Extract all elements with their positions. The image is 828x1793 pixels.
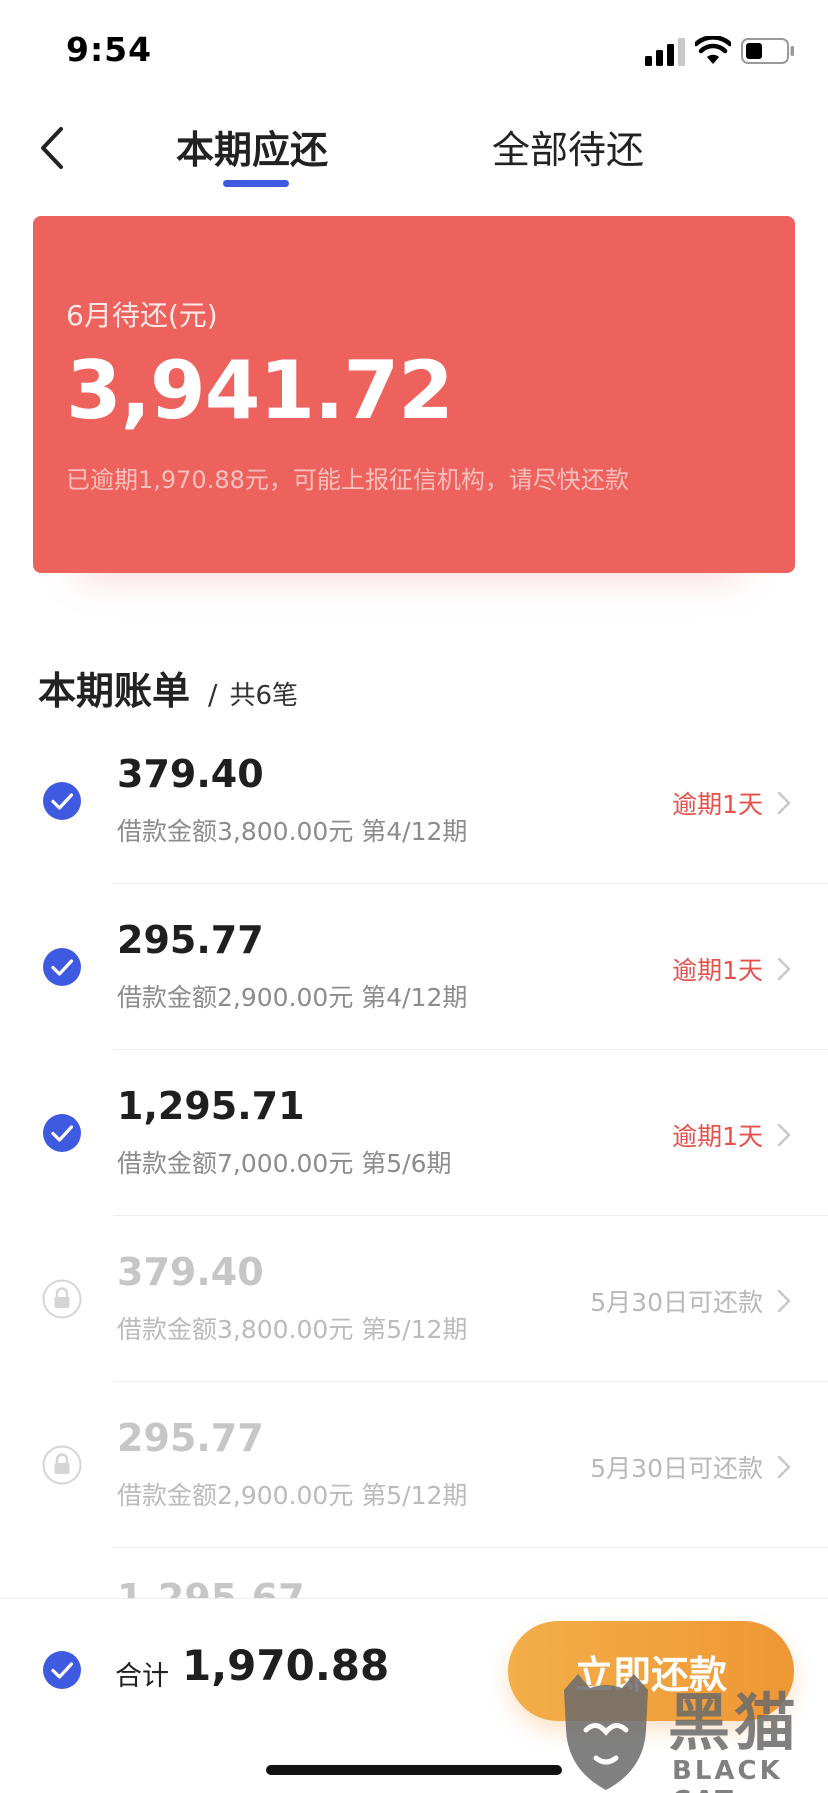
bill-status: 5月30日可还款 — [590, 1454, 763, 1483]
chevron-right-icon — [777, 1455, 791, 1479]
watermark-text-cn: 黑猫 — [668, 1686, 801, 1759]
summary-amount: 3,941.72 — [66, 344, 454, 437]
bill-status: 逾期1天 — [672, 790, 763, 819]
checked-circle-icon[interactable] — [42, 1113, 82, 1153]
wifi-icon — [695, 36, 731, 64]
bill-row-locked[interactable]: 379.40 借款金额3,800.00元 第5/12期 5月30日可还款 — [0, 1216, 828, 1382]
status-icons — [645, 36, 795, 66]
top-nav: 本期应还 全部待还 — [0, 100, 828, 200]
total-amount: 1,970.88 — [182, 1641, 390, 1690]
bill-row-locked[interactable]: 295.77 借款金额2,900.00元 第5/12期 5月30日可还款 — [0, 1382, 828, 1548]
bill-status: 逾期1天 — [672, 956, 763, 985]
bill-header: 本期账单 / 共6笔 — [38, 660, 298, 713]
status-time: 9:54 — [66, 30, 153, 69]
bill-title: 本期账单 — [38, 669, 191, 713]
bill-amount: 295.77 — [117, 1416, 264, 1460]
chevron-left-icon — [41, 127, 63, 169]
bill-list: 379.40 借款金额3,800.00元 第4/12期 逾期1天 295.77 … — [0, 718, 828, 1548]
partially-visible-row: 1,295.67 — [117, 1578, 317, 1598]
checked-circle-icon[interactable] — [42, 947, 82, 987]
home-indicator[interactable] — [266, 1765, 562, 1775]
bill-amount: 1,295.71 — [117, 1084, 305, 1128]
lock-circle-icon — [42, 1279, 82, 1319]
bill-row[interactable]: 379.40 借款金额3,800.00元 第4/12期 逾期1天 — [0, 718, 828, 884]
bill-detail: 借款金额2,900.00元 第4/12期 — [117, 983, 468, 1012]
bill-detail: 借款金额3,800.00元 第5/12期 — [117, 1315, 468, 1344]
row-divider — [113, 1547, 828, 1548]
total-label: 合计 — [115, 1661, 169, 1692]
tab-current-period[interactable]: 本期应还 — [176, 120, 328, 180]
chevron-right-icon — [777, 957, 791, 981]
bill-detail: 借款金额2,900.00元 第5/12期 — [117, 1481, 468, 1510]
bill-status: 5月30日可还款 — [590, 1288, 763, 1317]
bill-separator: / — [208, 678, 218, 711]
watermark: 黑猫 BLACK CAT — [556, 1670, 828, 1793]
watermark-text-en: BLACK CAT — [672, 1756, 783, 1793]
lock-circle-icon — [42, 1445, 82, 1485]
summary-card: 6月待还(元) 3,941.72 已逾期1,970.88元，可能上报征信机构，请… — [33, 216, 795, 573]
bill-amount: 295.77 — [117, 918, 264, 962]
bill-row[interactable]: 1,295.71 借款金额7,000.00元 第5/6期 逾期1天 — [0, 1050, 828, 1216]
bill-amount: 379.40 — [117, 1250, 264, 1294]
bill-amount-peek: 1,295.67 — [117, 1578, 317, 1598]
chevron-right-icon — [777, 791, 791, 815]
summary-label: 6月待还(元) — [66, 299, 218, 332]
checked-circle-icon[interactable] — [42, 781, 82, 821]
battery-icon — [741, 38, 794, 64]
black-cat-logo-icon — [564, 1674, 648, 1790]
tab-active-indicator — [223, 180, 289, 187]
bill-detail: 借款金额3,800.00元 第4/12期 — [117, 817, 468, 846]
bill-row[interactable]: 295.77 借款金额2,900.00元 第4/12期 逾期1天 — [0, 884, 828, 1050]
bill-count: 共6笔 — [229, 681, 298, 711]
bill-detail: 借款金额7,000.00元 第5/6期 — [117, 1149, 452, 1178]
chevron-right-icon — [777, 1123, 791, 1147]
select-all-check-icon[interactable] — [42, 1650, 82, 1690]
back-button[interactable] — [30, 118, 74, 178]
bill-status: 逾期1天 — [672, 1122, 763, 1151]
tab-all-pending[interactable]: 全部待还 — [492, 120, 644, 180]
status-bar: 9:54 — [0, 0, 828, 100]
chevron-right-icon — [777, 1289, 791, 1313]
overdue-warning: 已逾期1,970.88元，可能上报征信机构，请尽快还款 — [66, 466, 629, 494]
signal-icon — [645, 38, 685, 66]
bill-amount: 379.40 — [117, 752, 264, 796]
